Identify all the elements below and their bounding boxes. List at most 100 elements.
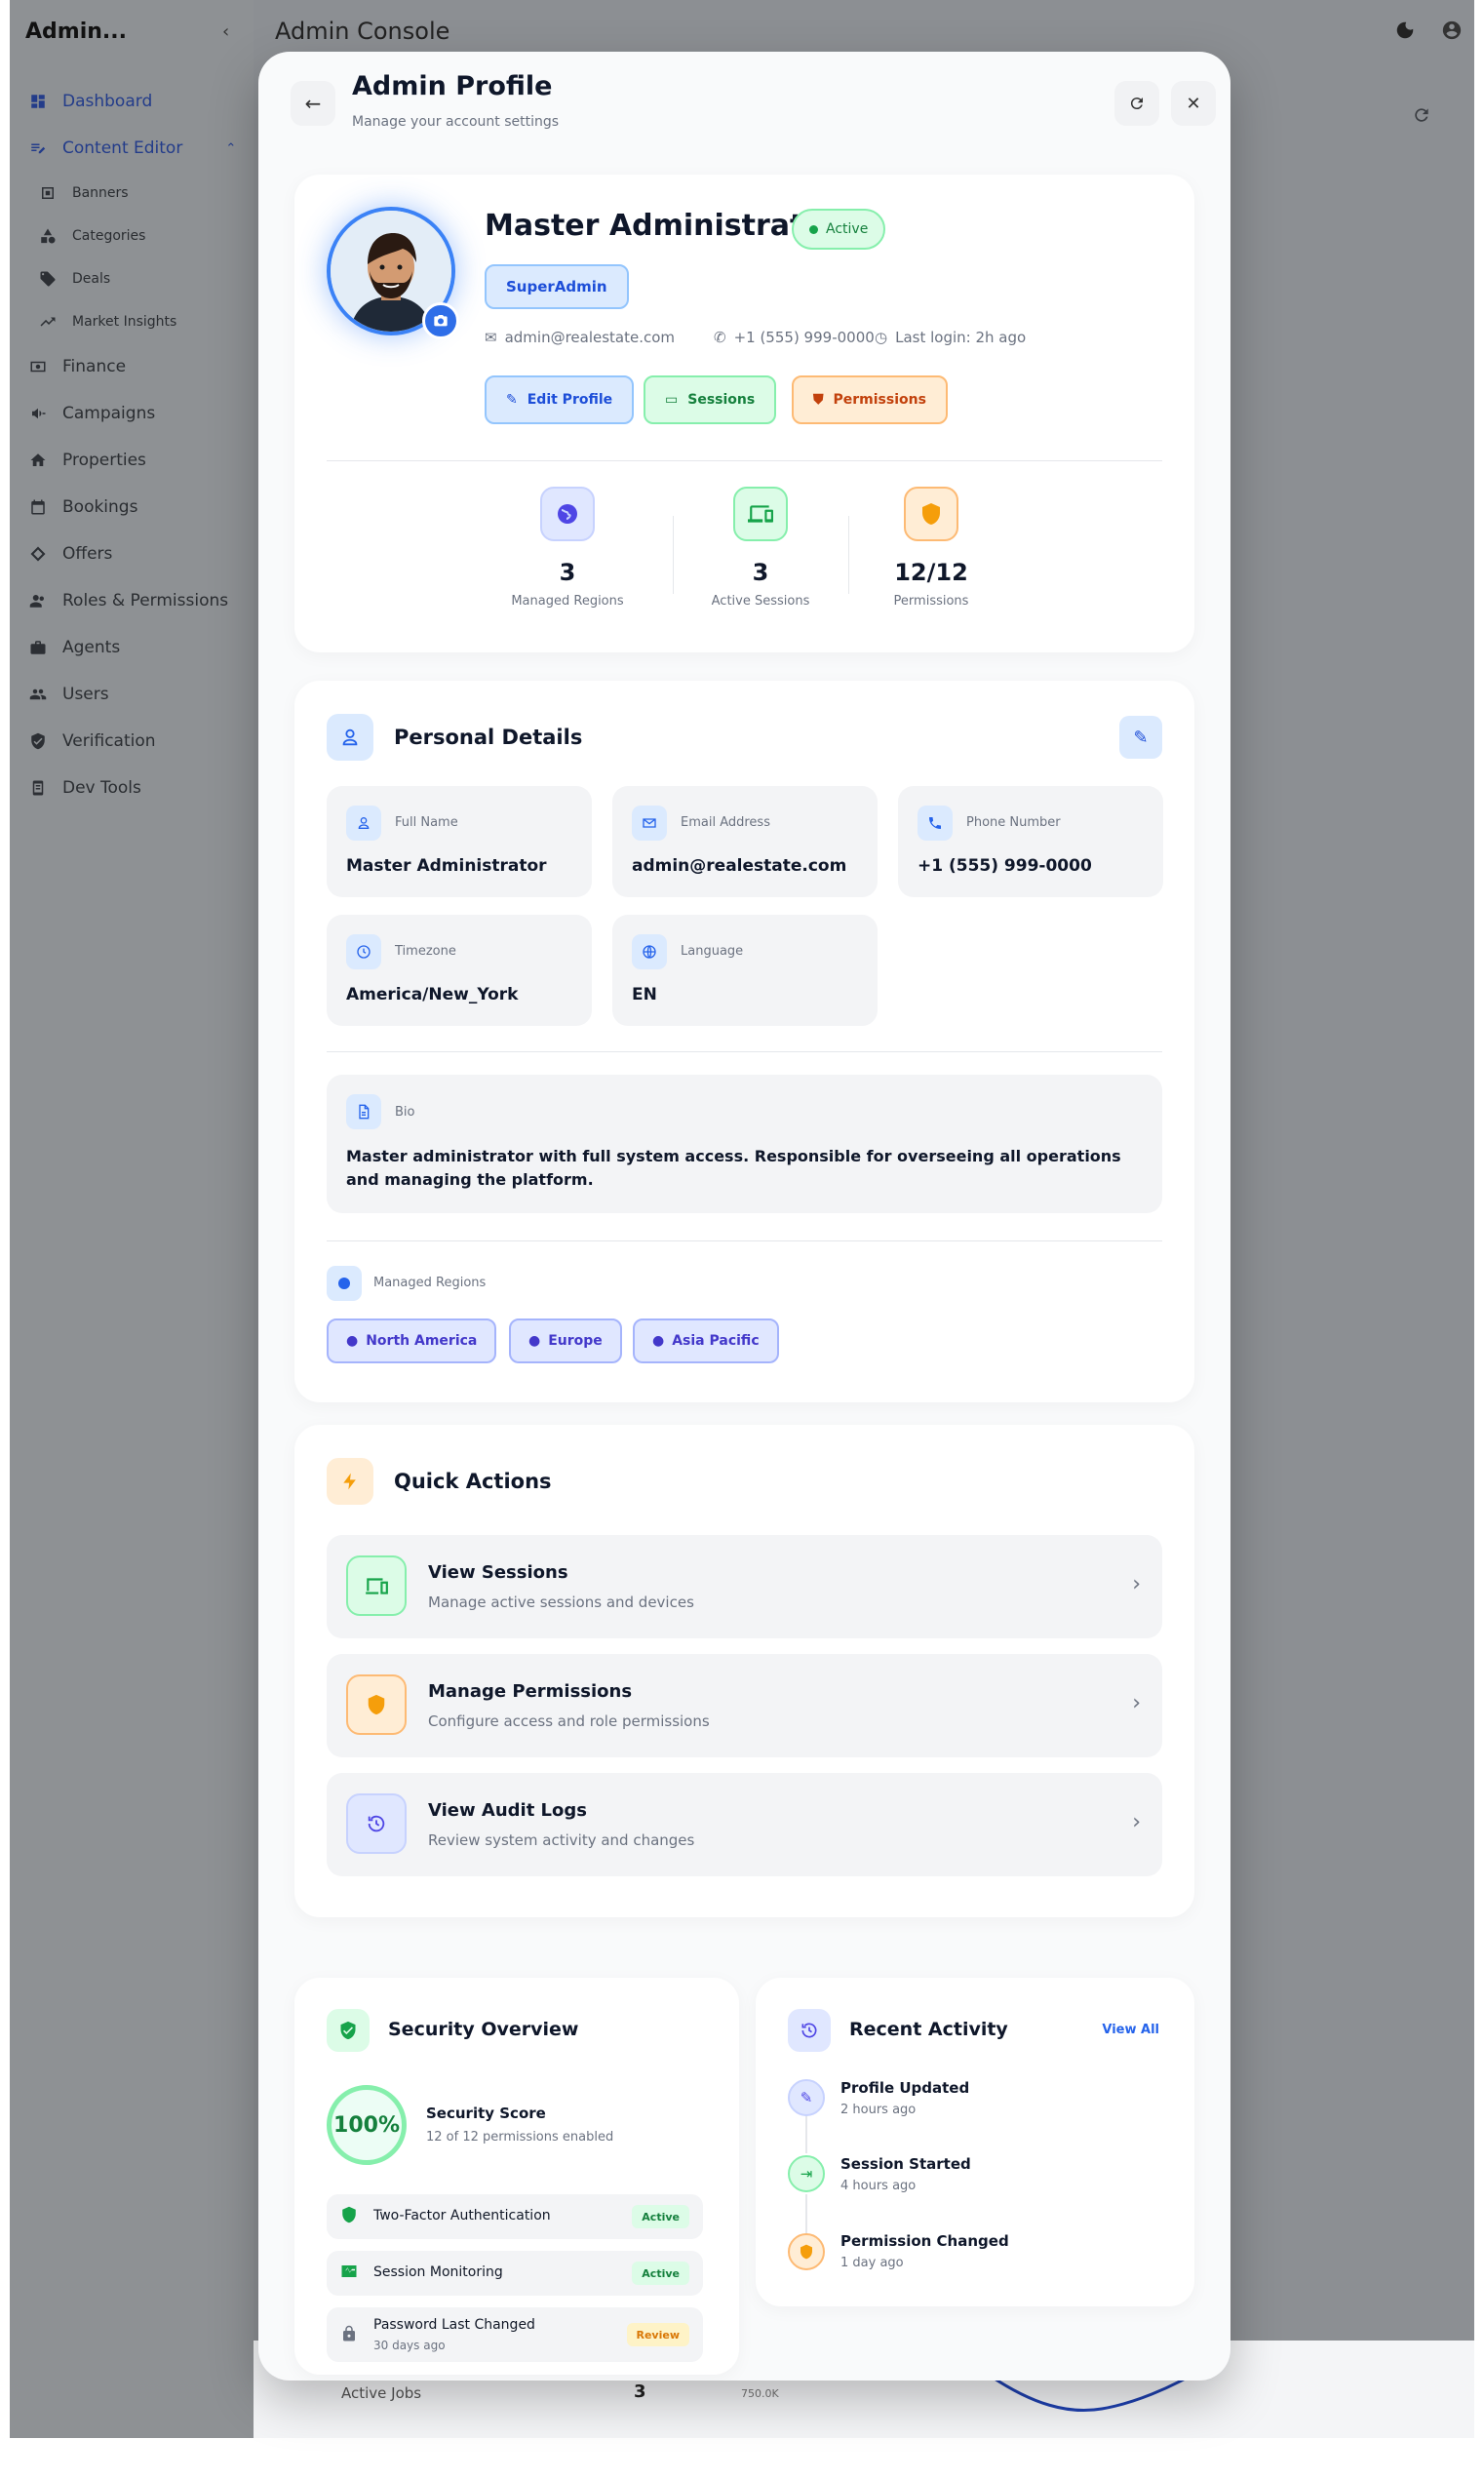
permissions-button[interactable]: ⛊ Permissions — [792, 375, 948, 424]
status-badge: Active — [632, 2262, 689, 2285]
view-audit-logs-action[interactable]: View Audit Logs Review system activity an… — [327, 1773, 1162, 1876]
chevron-up-icon: ⌃ — [225, 140, 237, 156]
monitor-heart-icon — [340, 2263, 358, 2284]
close-icon: ✕ — [1186, 93, 1201, 114]
sidebar-item-banners[interactable]: Banners — [10, 172, 254, 215]
sidebar-item-bookings[interactable]: Bookings — [10, 484, 254, 531]
sidebar: Admin... ‹ Dashboard Content Editor ⌃ Ban… — [10, 0, 254, 2438]
bio-box: Bio Master administrator with full system… — [327, 1075, 1162, 1213]
divider — [673, 516, 674, 594]
bio-label: Bio — [395, 1105, 415, 1120]
profile-phone-text: +1 (555) 999-0000 — [733, 329, 875, 346]
sidebar-item-label: Users — [62, 685, 109, 704]
location-pin-icon: ● — [346, 1333, 359, 1349]
action-title: Manage Permissions — [428, 1681, 633, 1702]
sidebar-item-label: Roles & Permissions — [62, 591, 229, 610]
back-button[interactable]: ← — [291, 81, 335, 126]
field-language: Language EN — [612, 915, 878, 1026]
change-photo-button[interactable] — [422, 302, 459, 339]
globe-icon — [540, 487, 595, 541]
arrow-left-icon: ← — [304, 92, 322, 115]
last-login-text: Last login: 2h ago — [895, 329, 1027, 346]
chevron-right-icon: › — [1132, 1810, 1141, 1834]
verified-icon — [27, 730, 49, 752]
sidebar-item-dashboard[interactable]: Dashboard — [10, 78, 254, 125]
finance-icon — [27, 356, 49, 377]
dashboard-icon — [27, 91, 49, 112]
stat-permissions: 12/12 Permissions — [853, 487, 1009, 609]
dark-mode-icon[interactable] — [1394, 20, 1416, 41]
security-row-label: Password Last Changed — [373, 2317, 535, 2333]
location-pin-icon: ● — [528, 1333, 541, 1349]
user-icon — [327, 714, 373, 761]
bg-axis-label: 750.0K — [741, 2387, 779, 2400]
refresh-button[interactable] — [1114, 81, 1159, 126]
view-all-link[interactable]: View All — [1102, 2023, 1159, 2037]
action-title: View Sessions — [428, 1562, 568, 1583]
profile-name: Master Administrator — [485, 209, 839, 243]
shield-check-icon — [327, 2009, 370, 2052]
region-label: Europe — [548, 1333, 603, 1349]
section-title: Recent Activity — [849, 2019, 1008, 2040]
field-value: admin@realestate.com — [632, 856, 847, 876]
activity-title: Profile Updated — [840, 2079, 970, 2097]
clock-icon: ◷ — [875, 329, 888, 346]
sidebar-item-label: Banners — [72, 185, 129, 201]
close-button[interactable]: ✕ — [1171, 81, 1216, 126]
sidebar-item-agents[interactable]: Agents — [10, 624, 254, 671]
security-overview-card: Security Overview 100% Security Score 12… — [294, 1978, 739, 2375]
field-timezone: Timezone America/New_York — [327, 915, 592, 1026]
sidebar-item-label: Agents — [62, 638, 121, 657]
divider — [327, 1051, 1162, 1052]
sessions-button[interactable]: ▭ Sessions — [644, 375, 777, 424]
sidebar-item-finance[interactable]: Finance — [10, 343, 254, 390]
profile-email-text: admin@realestate.com — [504, 329, 676, 346]
action-subtitle: Review system activity and changes — [428, 1831, 695, 1849]
sidebar-item-market-insights[interactable]: Market Insights — [10, 300, 254, 343]
sidebar-item-label: Verification — [62, 731, 156, 751]
field-phone: Phone Number +1 (555) 999-0000 — [898, 786, 1163, 897]
sidebar-item-deals[interactable]: Deals — [10, 257, 254, 300]
megaphone-icon — [27, 403, 49, 424]
sidebar-item-campaigns[interactable]: Campaigns — [10, 390, 254, 437]
account-icon[interactable] — [1441, 20, 1463, 41]
chevron-right-icon: › — [1132, 1572, 1141, 1596]
phone-icon: ✆ — [714, 329, 726, 346]
field-label: Email Address — [681, 815, 770, 830]
sidebar-item-categories[interactable]: Categories — [10, 215, 254, 257]
devtools-icon — [27, 777, 49, 799]
activity-title: Permission Changed — [840, 2232, 1009, 2250]
tag-icon — [37, 268, 59, 290]
modal-subtitle: Manage your account settings — [352, 114, 560, 130]
sidebar-item-label: Categories — [72, 228, 146, 244]
sidebar-item-label: Deals — [72, 271, 111, 287]
field-label: Phone Number — [966, 815, 1061, 830]
sidebar-item-verification[interactable]: Verification — [10, 718, 254, 765]
view-sessions-action[interactable]: View Sessions Manage active sessions and … — [327, 1535, 1162, 1638]
sidebar-item-roles-permissions[interactable]: Roles & Permissions — [10, 577, 254, 624]
topbar-title: Admin Console — [275, 18, 450, 45]
banner-icon — [37, 182, 59, 204]
sidebar-item-users[interactable]: Users — [10, 671, 254, 718]
edit-profile-label: Edit Profile — [527, 392, 613, 408]
divider — [327, 1240, 1162, 1241]
manage-permissions-action[interactable]: Manage Permissions Configure access and r… — [327, 1654, 1162, 1757]
devices-icon: ▭ — [665, 392, 679, 408]
edit-profile-button[interactable]: ✎ Edit Profile — [485, 375, 635, 424]
camera-icon — [434, 315, 448, 327]
refresh-icon[interactable] — [1412, 105, 1431, 125]
sidebar-item-offers[interactable]: Offers — [10, 531, 254, 577]
sidebar-item-properties[interactable]: Properties — [10, 437, 254, 484]
collapse-sidebar-icon[interactable]: ‹ — [222, 21, 229, 42]
sidebar-item-dev-tools[interactable]: Dev Tools — [10, 765, 254, 811]
action-subtitle: Manage active sessions and devices — [428, 1594, 694, 1611]
security-row-password: Password Last Changed 30 days ago Review — [327, 2307, 703, 2362]
offer-icon — [27, 543, 49, 565]
region-chip: ● Asia Pacific — [633, 1318, 779, 1363]
sidebar-item-label: Properties — [62, 451, 146, 470]
edit-details-button[interactable]: ✎ — [1119, 716, 1162, 759]
modal-header: ← Admin Profile Manage your account sett… — [258, 52, 1230, 159]
sidebar-item-label: Dashboard — [62, 92, 153, 111]
field-value: Master Administrator — [346, 856, 547, 876]
sidebar-item-content-editor[interactable]: Content Editor ⌃ — [10, 125, 254, 172]
